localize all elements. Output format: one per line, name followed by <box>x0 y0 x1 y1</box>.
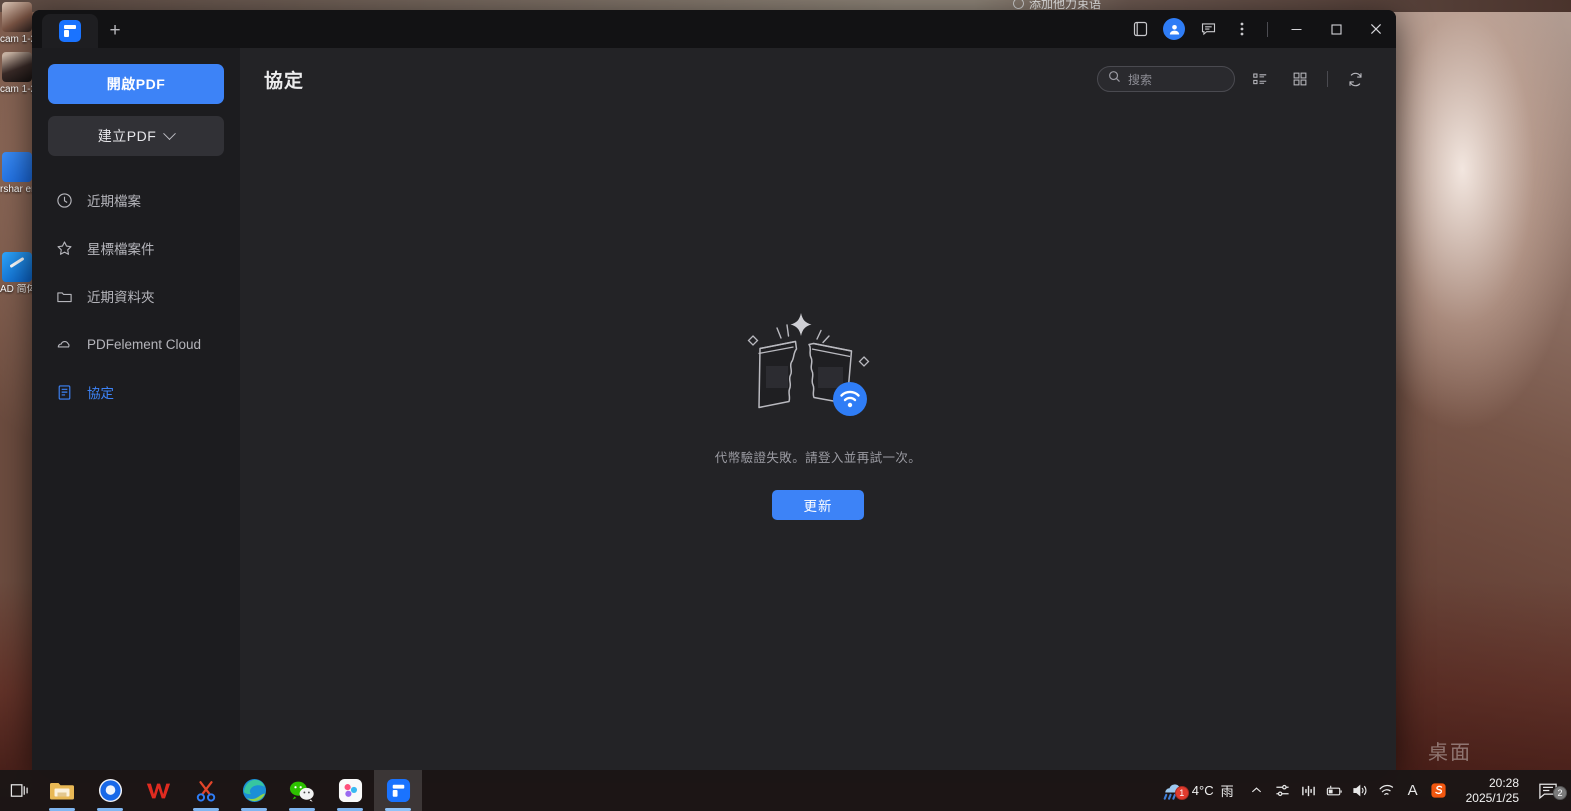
sidebar-item-label: 近期資料夾 <box>87 290 155 305</box>
sidebar-item-recent-folders[interactable]: 近期資料夾 <box>48 272 224 320</box>
header-divider <box>1327 71 1328 87</box>
sidebar-item-label: 近期檔案 <box>87 194 141 209</box>
pdfelement-logo-icon <box>59 20 81 42</box>
notification-icon[interactable]: 2 <box>1531 770 1567 811</box>
settings-sliders-icon[interactable] <box>1270 770 1296 811</box>
system-tray: 1 4°C 雨 A 20:28 2025/1/25 2 <box>1154 770 1571 811</box>
sidebar: 開啟PDF 建立PDF 近期檔案 星標檔案件 近期資料夾 PDFelement … <box>32 48 240 770</box>
clock-date: 2025/1/25 <box>1465 790 1519 805</box>
colorful-app-icon[interactable] <box>326 770 374 811</box>
task-view-icon[interactable] <box>0 770 38 811</box>
grid-view-icon[interactable] <box>1285 64 1315 94</box>
blue-circle-app-icon[interactable] <box>86 770 134 811</box>
sidebar-item-starred-files[interactable]: 星標檔案件 <box>48 224 224 272</box>
wps-office-icon[interactable] <box>134 770 182 811</box>
desktop-icon[interactable]: rshar em... <box>0 152 34 195</box>
window-body: 開啟PDF 建立PDF 近期檔案 星標檔案件 近期資料夾 PDFelement … <box>32 48 1396 770</box>
microsoft-edge-icon[interactable] <box>230 770 278 811</box>
empty-state-message: 代幣驗證失敗。請登入並再試一次。 <box>714 451 922 465</box>
desktop-icon-label: rshar em... <box>0 184 34 195</box>
folder-icon <box>56 288 73 305</box>
content-header: 協定 搜索 <box>240 48 1396 110</box>
cloud-icon <box>56 336 73 353</box>
ime-letter-a-icon[interactable]: A <box>1400 770 1426 811</box>
minimize-button[interactable] <box>1276 10 1316 48</box>
more-menu-icon[interactable] <box>1225 10 1259 48</box>
tab-strip: + <box>32 10 132 48</box>
star-icon <box>56 240 73 257</box>
header-tools: 搜索 <box>1097 64 1370 94</box>
notification-badge: 2 <box>1553 786 1567 800</box>
desktop-icon-label: cam 1-2... <box>0 84 34 95</box>
open-pdf-button[interactable]: 開啟PDF <box>48 64 224 104</box>
show-hidden-icons-chevron[interactable] <box>1244 770 1270 811</box>
search-placeholder: 搜索 <box>1128 72 1153 87</box>
desktop-icon[interactable]: cam 1-2... <box>0 2 34 45</box>
wallpaper-watermark: 桌面 <box>1428 740 1472 764</box>
search-icon <box>1108 70 1121 88</box>
empty-state: 代幣驗證失敗。請登入並再試一次。 更新 <box>240 110 1396 770</box>
torn-document-wifi-icon <box>733 305 903 425</box>
sidebar-item-label: PDFelement Cloud <box>87 336 202 352</box>
desktop-icon-label: cam 1-2... <box>0 34 34 45</box>
close-button[interactable] <box>1356 10 1396 48</box>
equalizer-icon[interactable] <box>1296 770 1322 811</box>
page-title: 協定 <box>264 70 305 92</box>
feedback-icon[interactable] <box>1191 10 1225 48</box>
taskbar: 1 4°C 雨 A 20:28 2025/1/25 2 <box>0 770 1571 811</box>
clock-icon <box>56 192 73 209</box>
desktop-icon[interactable]: cam 1-2... <box>0 52 34 95</box>
document-icon <box>56 384 73 401</box>
desktop-icon[interactable]: AD 简体... <box>0 252 34 295</box>
snipping-tool-icon[interactable] <box>182 770 230 811</box>
wifi-icon[interactable] <box>1374 770 1400 811</box>
wallpaper-figure <box>1390 0 1571 770</box>
refresh-button[interactable]: 更新 <box>772 490 864 520</box>
sidebar-nav: 近期檔案 星標檔案件 近期資料夾 PDFelement Cloud 協定 <box>48 176 224 416</box>
rain-cloud-icon: 1 <box>1160 780 1189 802</box>
title-bar-divider <box>1267 21 1268 37</box>
sidebar-item-label: 協定 <box>87 386 114 401</box>
background-window-icon <box>1013 0 1024 9</box>
content-area: 協定 搜索 代幣驗證失敗。請登入並再試一次。 更新 <box>240 48 1396 770</box>
list-view-icon[interactable] <box>1245 64 1275 94</box>
taskbar-apps <box>0 770 422 811</box>
maximize-button[interactable] <box>1316 10 1356 48</box>
reading-panel-icon[interactable] <box>1123 10 1157 48</box>
battery-icon[interactable] <box>1322 770 1348 811</box>
tab-home[interactable] <box>42 14 98 48</box>
sidebar-item-label: 星標檔案件 <box>87 242 155 257</box>
avatar <box>1163 18 1185 40</box>
create-pdf-label: 建立PDF <box>97 128 157 144</box>
clock-time: 20:28 <box>1488 775 1519 790</box>
new-tab-button[interactable]: + <box>98 14 132 48</box>
file-explorer-icon[interactable] <box>38 770 86 811</box>
window-title-bar: + <box>32 10 1396 48</box>
clock[interactable]: 20:28 2025/1/25 <box>1452 776 1531 806</box>
weather-temperature: 4°C <box>1191 783 1214 798</box>
weather-widget[interactable]: 1 4°C 雨 <box>1154 780 1244 802</box>
volume-icon[interactable] <box>1348 770 1374 811</box>
pdfelement-icon[interactable] <box>374 770 422 811</box>
desktop-icon-thumbnail <box>2 252 32 282</box>
sogou-input-icon[interactable] <box>1426 770 1452 811</box>
sidebar-item-agreements[interactable]: 協定 <box>48 368 224 416</box>
weather-condition: 雨 <box>1220 784 1234 799</box>
account-avatar[interactable] <box>1157 10 1191 48</box>
desktop-icon-label: AD 简体... <box>0 284 34 295</box>
sidebar-item-pdfelement-cloud[interactable]: PDFelement Cloud <box>48 320 224 368</box>
sidebar-item-recent-files[interactable]: 近期檔案 <box>48 176 224 224</box>
pdfelement-window: + 開啟PDF 建立PDF 近期檔案 星標檔案件 近期資料夾 PDFelemen… <box>32 10 1396 770</box>
window-actions <box>1123 10 1396 48</box>
wechat-icon[interactable] <box>278 770 326 811</box>
desktop-icon-thumbnail <box>2 52 32 82</box>
search-input[interactable]: 搜索 <box>1097 66 1235 92</box>
desktop-icon-thumbnail <box>2 152 32 182</box>
chevron-down-icon <box>163 126 177 140</box>
refresh-icon[interactable] <box>1340 64 1370 94</box>
create-pdf-button[interactable]: 建立PDF <box>48 116 224 156</box>
weather-badge: 1 <box>1174 785 1189 800</box>
desktop-icon-thumbnail <box>2 2 32 32</box>
